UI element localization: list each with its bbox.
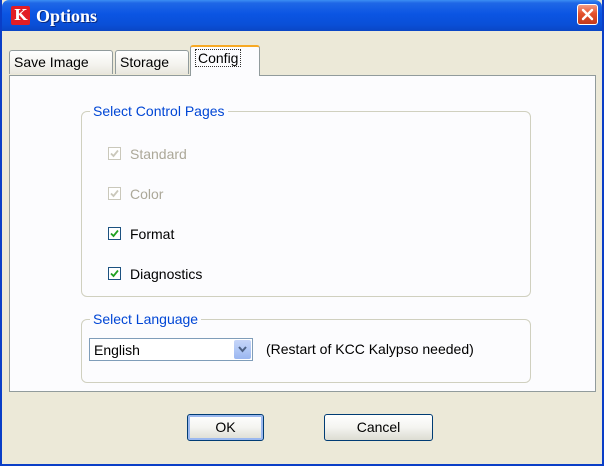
checkbox-box[interactable]	[108, 267, 121, 280]
checkbox-box[interactable]	[108, 227, 121, 240]
window-title: Options	[36, 6, 98, 26]
checkbox-label: Format	[130, 226, 175, 242]
close-icon	[581, 8, 594, 21]
config-tab-panel: Select Control Pages Standard Color Form…	[9, 75, 596, 392]
ok-button[interactable]: OK	[187, 414, 264, 441]
restart-note: (Restart of KCC Kalypso needed)	[266, 341, 474, 357]
tab-label: Storage	[120, 54, 170, 70]
control-pages-group: Select Control Pages Standard Color Form…	[81, 103, 531, 297]
checkbox-label: Diagnostics	[130, 266, 203, 282]
title-bar[interactable]: K Options	[2, 0, 602, 31]
tab-label: Save Image	[14, 54, 89, 70]
tab-config[interactable]: Config	[190, 45, 260, 76]
check-icon	[110, 149, 119, 158]
control-pages-legend: Select Control Pages	[90, 103, 228, 119]
chevron-down-icon	[238, 346, 247, 353]
check-icon	[110, 229, 119, 238]
language-select-value: English	[94, 342, 140, 358]
language-legend: Select Language	[90, 311, 202, 327]
tab-label: Config	[195, 49, 242, 67]
options-dialog: K Options Save Image Storage Config Sele…	[0, 0, 604, 466]
checkbox-box[interactable]	[108, 187, 121, 200]
checkbox-box[interactable]	[108, 147, 121, 160]
cancel-button[interactable]: Cancel	[324, 414, 433, 441]
tab-storage[interactable]: Storage	[115, 50, 189, 74]
kalypso-app-icon: K	[11, 6, 30, 25]
checkbox-label: Color	[130, 186, 164, 202]
language-dropdown-button[interactable]	[234, 340, 251, 359]
check-icon	[110, 269, 119, 278]
check-icon	[110, 189, 119, 198]
language-select[interactable]: English	[89, 338, 253, 361]
language-group: Select Language English (Restart of KCC …	[81, 311, 531, 383]
close-button[interactable]	[577, 4, 598, 25]
tab-save-image[interactable]: Save Image	[9, 50, 113, 74]
checkbox-label: Standard	[130, 146, 187, 162]
